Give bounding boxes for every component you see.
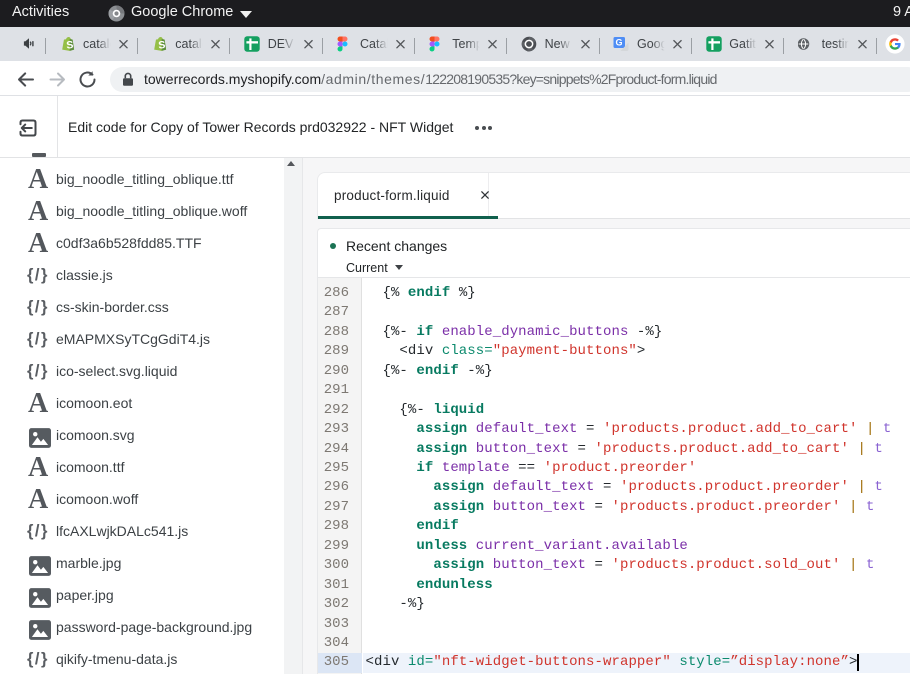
svg-text:S: S [65,39,73,52]
svg-text:G: G [616,38,623,48]
svg-text:S: S [158,39,166,52]
